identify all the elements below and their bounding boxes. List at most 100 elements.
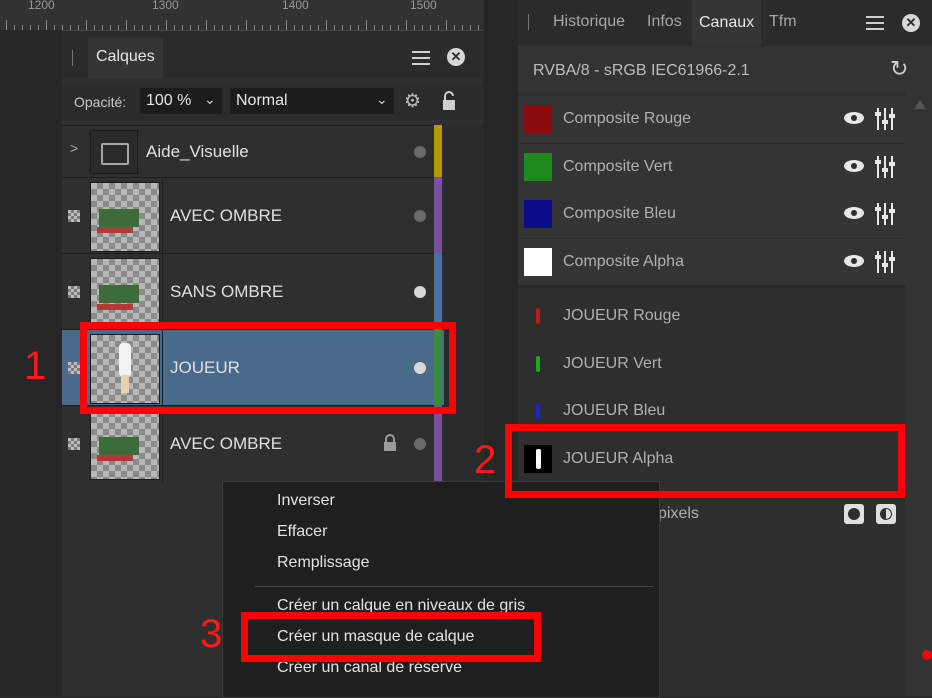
ruler-tick: [198, 25, 199, 30]
ruler-tick: [366, 20, 367, 30]
ruler-tick: [262, 25, 263, 30]
blend-mode-dropdown[interactable]: Normal ⌄: [230, 88, 394, 114]
layer-channel-row[interactable]: JOUEUR Vert: [518, 341, 906, 388]
ruler-tick: [126, 20, 127, 30]
chevron-right-icon[interactable]: >: [70, 140, 78, 156]
tab-calques[interactable]: Calques: [88, 38, 163, 78]
channels-scrollbar[interactable]: [906, 90, 932, 696]
ruler-tick: [286, 20, 287, 30]
layer-row[interactable]: AVEC OMBRE: [62, 405, 444, 482]
channel-label: JOUEUR Rouge: [563, 307, 681, 324]
ruler-tick: [182, 25, 183, 30]
channel-label: Composite Alpha: [563, 252, 684, 270]
ruler-tick: [78, 25, 79, 30]
ruler-tick: [6, 20, 7, 30]
ruler-tick: [382, 25, 383, 30]
sliders-icon[interactable]: [874, 108, 896, 130]
mask-icon[interactable]: [844, 504, 864, 524]
ruler-tick: [326, 20, 327, 30]
visibility-dot[interactable]: [414, 438, 426, 450]
panel-grip[interactable]: [528, 14, 529, 30]
ruler-tick: [398, 25, 399, 30]
opacity-dropdown[interactable]: 100 % ⌄: [140, 88, 222, 114]
close-icon[interactable]: ✕: [902, 14, 920, 32]
ruler-tick: [230, 25, 231, 30]
layer-row[interactable]: > Aide_Visuelle: [62, 125, 444, 178]
scroll-up-icon[interactable]: [914, 100, 926, 109]
layer-thumbnail: [90, 258, 160, 328]
eye-icon[interactable]: [844, 207, 864, 219]
ruler-mark: 1200: [28, 0, 55, 12]
annotation-number-1: 1: [24, 344, 47, 388]
visibility-dot[interactable]: [414, 210, 426, 222]
ruler-tick: [62, 25, 63, 30]
channel-label: JOUEUR Bleu: [563, 402, 666, 419]
composite-channel-row[interactable]: Composite Vert: [518, 143, 906, 191]
eye-icon[interactable]: [844, 159, 864, 172]
menu-item-effacer[interactable]: Effacer: [277, 523, 327, 541]
close-icon[interactable]: ✕: [447, 48, 465, 66]
ruler-tick: [134, 25, 135, 30]
layer-row[interactable]: SANS OMBRE: [62, 253, 444, 330]
lock-icon[interactable]: [443, 90, 455, 112]
ruler-tick: [190, 25, 191, 30]
ruler-tick: [158, 25, 159, 30]
composite-channel-row[interactable]: Composite Alpha: [518, 238, 906, 286]
menu-item-inverser[interactable]: Inverser: [277, 492, 335, 510]
ruler-tick: [110, 25, 111, 30]
composite-channel-row[interactable]: Composite Bleu: [518, 191, 906, 238]
channel-label: Composite Bleu: [563, 205, 676, 222]
folder-icon: [101, 143, 129, 165]
layer-channel-row[interactable]: JOUEUR Rouge: [518, 293, 906, 340]
tab-canaux[interactable]: Canaux: [692, 0, 762, 46]
layers-tabbar: Calques ✕: [62, 38, 482, 78]
visibility-dot[interactable]: [414, 146, 426, 158]
tab-tfm[interactable]: Tfm: [769, 13, 797, 31]
ruler-tick: [478, 25, 479, 30]
layer-color-tag: [434, 253, 442, 329]
ruler-tick: [406, 20, 407, 30]
channel-swatch: [524, 302, 552, 330]
invert-icon[interactable]: [876, 504, 896, 524]
ruler-tick: [470, 25, 471, 30]
annotation-box-2: [505, 424, 905, 498]
composite-channel-row[interactable]: Composite Rouge: [518, 96, 906, 143]
ruler-tick: [278, 25, 279, 30]
menu-item-remplissage[interactable]: Remplissage: [277, 554, 369, 572]
layer-name: AVEC OMBRE: [170, 434, 283, 453]
panel-grip[interactable]: [72, 50, 73, 66]
ruler-tick: [310, 25, 311, 30]
ruler-tick: [70, 25, 71, 30]
tab-infos[interactable]: Infos: [647, 13, 682, 31]
ruler-tick: [342, 25, 343, 30]
color-profile: RVBA/8 - sRGB IEC61966-2.1: [533, 62, 750, 79]
checker-icon: [68, 210, 80, 222]
ruler-tick: [254, 25, 255, 30]
eye-icon[interactable]: [844, 254, 864, 267]
menu-icon[interactable]: [866, 16, 884, 30]
ruler-tick: [350, 25, 351, 30]
channel-swatch: [524, 105, 552, 133]
tab-historique[interactable]: Historique: [553, 13, 625, 31]
reset-icon[interactable]: ↻: [890, 56, 908, 82]
ruler-tick: [302, 25, 303, 30]
channel-label: JOUEUR Vert: [563, 354, 662, 372]
ruler-tick: [214, 25, 215, 30]
sliders-icon[interactable]: [874, 155, 896, 178]
ruler-tick: [222, 25, 223, 30]
annotation-box-1: [80, 322, 456, 414]
layers-scroll-gutter[interactable]: [444, 125, 482, 481]
visibility-dot[interactable]: [414, 286, 426, 298]
chevron-down-icon: ⌄: [204, 91, 216, 107]
layer-name: Aide_Visuelle: [146, 142, 249, 161]
ruler-tick: [142, 25, 143, 30]
annotation-number-2: 2: [474, 438, 497, 482]
ruler-tick: [374, 25, 375, 30]
menu-icon[interactable]: [412, 51, 430, 65]
sliders-icon[interactable]: [874, 250, 896, 273]
eye-icon[interactable]: [844, 112, 864, 124]
gear-icon[interactable]: ⚙: [404, 90, 421, 113]
layer-row[interactable]: AVEC OMBRE: [62, 177, 444, 254]
lock-icon[interactable]: [384, 434, 396, 452]
sliders-icon[interactable]: [874, 203, 896, 225]
